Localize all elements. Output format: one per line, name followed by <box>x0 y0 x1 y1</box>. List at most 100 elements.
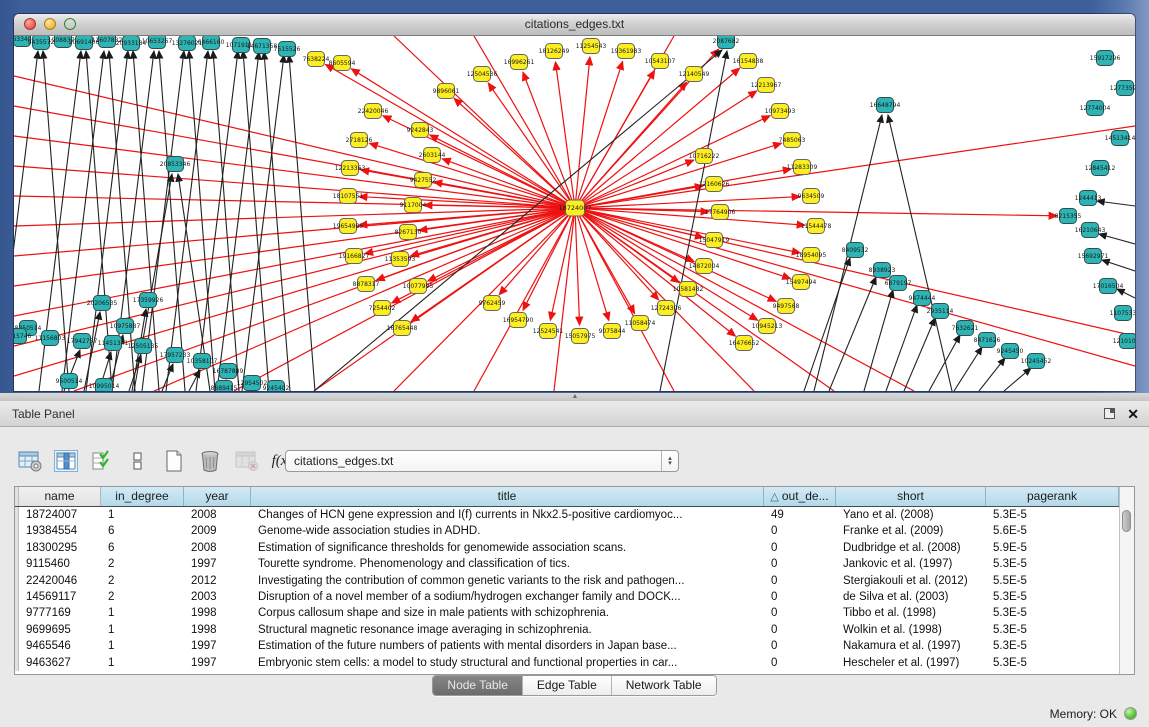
scrollbar-thumb[interactable] <box>1122 510 1131 532</box>
graph-node[interactable]: 8471626 <box>974 333 1001 348</box>
graph-node[interactable]: 16954790 <box>503 313 534 328</box>
graph-node[interactable]: 9896061 <box>433 84 460 99</box>
graph-node[interactable]: 11156803 <box>35 331 66 346</box>
graph-node[interactable]: 11058474 <box>625 316 656 331</box>
graph-node[interactable]: 14513414 <box>1105 131 1135 146</box>
graph-node[interactable]: 12774004 <box>1080 101 1111 116</box>
float-panel-icon[interactable] <box>1104 408 1115 419</box>
graph-node[interactable]: 9497568 <box>773 299 800 314</box>
table-row[interactable]: 2242004622012Investigating the contribut… <box>15 573 1119 589</box>
column-header-out_de[interactable]: △out_de... <box>764 487 836 506</box>
table-row[interactable]: 1830029562008Estimation of significance … <box>15 540 1119 556</box>
graph-node[interactable]: 8878317 <box>353 277 380 292</box>
graph-node[interactable]: 12845412 <box>1085 161 1116 176</box>
graph-node[interactable]: 9245450 <box>997 344 1024 359</box>
graph-node[interactable]: 16476652 <box>729 336 760 351</box>
graph-node[interactable]: 7254402 <box>369 301 396 316</box>
graph-node[interactable]: 12773594 <box>1110 81 1135 96</box>
table-settings-icon[interactable] <box>18 449 42 473</box>
column-header-year[interactable]: year <box>184 487 251 506</box>
graph-node[interactable]: 9762459 <box>479 296 506 311</box>
tab-network-table[interactable]: Network Table <box>612 676 716 695</box>
tab-edge-table[interactable]: Edge Table <box>523 676 612 695</box>
graph-node[interactable]: 6466160 <box>198 36 225 50</box>
panel-splitter[interactable]: ▲ <box>0 393 1149 401</box>
table-row[interactable]: 911546021997Tourette syndrome. Phenomeno… <box>15 556 1119 572</box>
graph-node[interactable]: 1107533 <box>1110 306 1135 321</box>
graph-node[interactable]: 15497494 <box>786 275 817 290</box>
window-title-bar[interactable]: citations_edges.txt <box>14 14 1135 36</box>
column-header-pagerank[interactable]: pagerank <box>986 487 1119 506</box>
graph-node[interactable]: 10653267 <box>142 36 173 49</box>
graph-node[interactable]: 16996261 <box>504 55 535 70</box>
splitter-handle-icon[interactable]: ▲ <box>570 393 580 401</box>
graph-node[interactable]: 17359926 <box>133 293 164 308</box>
minimize-window-icon[interactable] <box>44 18 56 30</box>
graph-node[interactable]: 8267130 <box>395 225 422 240</box>
graph-node[interactable]: 11451341 <box>98 336 129 351</box>
graph-node[interactable]: 16210643 <box>1075 223 1106 238</box>
new-table-icon[interactable] <box>162 449 186 473</box>
table-row[interactable]: 1456911722003Disruption of a novel membe… <box>15 589 1119 605</box>
graph-node[interactable]: 15057975 <box>565 329 596 344</box>
graph-node[interactable]: 16765448 <box>387 321 418 336</box>
graph-node[interactable]: 8409532 <box>842 243 869 258</box>
table-row[interactable]: 969969511998Structural magnetic resonanc… <box>15 622 1119 638</box>
column-header-in_degree[interactable]: in_degree <box>101 487 184 506</box>
row-select-icon[interactable] <box>90 449 114 473</box>
graph-node[interactable]: 16648794 <box>870 98 901 113</box>
graph-node[interactable]: 15047919 <box>699 233 730 248</box>
graph-node[interactable]: 11254543 <box>576 39 607 54</box>
graph-node[interactable]: 2935114 <box>927 304 954 319</box>
graph-node[interactable]: 8938923 <box>869 263 896 278</box>
graph-node[interactable]: 18126249 <box>539 44 570 59</box>
graph-node[interactable]: 16154838 <box>733 54 764 69</box>
column-header-name[interactable]: name <box>19 487 101 506</box>
graph-node[interactable]: 19166827 <box>339 249 370 264</box>
graph-node[interactable]: 20206535 <box>87 296 118 311</box>
graph-node[interactable]: 20853346 <box>160 157 191 172</box>
table-row[interactable]: 946362711997Embryonic stem cells: a mode… <box>15 655 1119 671</box>
zoom-window-icon[interactable] <box>64 18 76 30</box>
graph-node[interactable]: 12213967 <box>751 78 782 93</box>
graph-node[interactable]: 15917296 <box>1090 51 1121 66</box>
graph-node[interactable]: 10995014 <box>89 379 120 392</box>
delete-icon[interactable] <box>198 449 222 473</box>
close-window-icon[interactable] <box>24 18 36 30</box>
vertical-scrollbar[interactable] <box>1119 487 1134 674</box>
table-row[interactable]: 946554611997Estimation of the future num… <box>15 638 1119 654</box>
graph-node[interactable]: 7632621 <box>952 321 979 336</box>
column-chooser-icon[interactable] <box>54 449 78 473</box>
graph-node[interactable]: 17016504 <box>1093 279 1124 294</box>
table-row[interactable]: 977716911998Corpus callosum shape and si… <box>15 605 1119 621</box>
graph-node[interactable]: 7515526 <box>274 42 301 57</box>
table-row[interactable]: 1872400712008Changes of HCN gene express… <box>15 507 1119 523</box>
graph-node[interactable]: 12213363 <box>335 161 366 176</box>
network-view[interactable]: 8633404943557219088379206914061160783220… <box>14 36 1135 391</box>
graph-node[interactable]: 2087682 <box>713 36 740 49</box>
graph-node[interactable]: 11283309 <box>787 160 818 175</box>
graph-node[interactable]: 6879197 <box>885 276 912 291</box>
tab-node-table[interactable]: Node Table <box>433 676 523 695</box>
rows-icon[interactable] <box>126 449 150 473</box>
graph-svg[interactable]: 8633404943557219088379206914061160783220… <box>14 36 1135 391</box>
graph-node[interactable]: 7485063 <box>779 133 806 148</box>
graph-node[interactable]: 7638224 <box>303 52 330 67</box>
graph-node[interactable]: 10945213 <box>752 319 783 334</box>
graph-node[interactable]: 1244413 <box>1075 191 1102 206</box>
graph-node[interactable]: 16787889 <box>213 364 244 379</box>
graph-node[interactable]: 8215355 <box>1055 209 1082 224</box>
memory-ok-led-icon[interactable] <box>1124 707 1137 720</box>
graph-node[interactable]: 11544478 <box>801 219 832 234</box>
graph-node[interactable]: 12101062 <box>1113 334 1135 349</box>
graph-node[interactable]: 9634509 <box>798 189 825 204</box>
graph-node[interactable]: 12524541 <box>533 324 564 339</box>
column-header-title[interactable]: title <box>251 487 764 506</box>
graph-node[interactable]: 9500514 <box>56 374 83 389</box>
close-panel-icon[interactable]: ✕ <box>1127 405 1139 423</box>
column-header-short[interactable]: short <box>836 487 986 506</box>
graph-node[interactable]: 10716222 <box>689 149 720 164</box>
graph-node[interactable]: 10543107 <box>645 54 676 69</box>
graph-node[interactable]: 10245452 <box>1021 354 1052 369</box>
graph-node[interactable]: 18954095 <box>796 248 827 263</box>
